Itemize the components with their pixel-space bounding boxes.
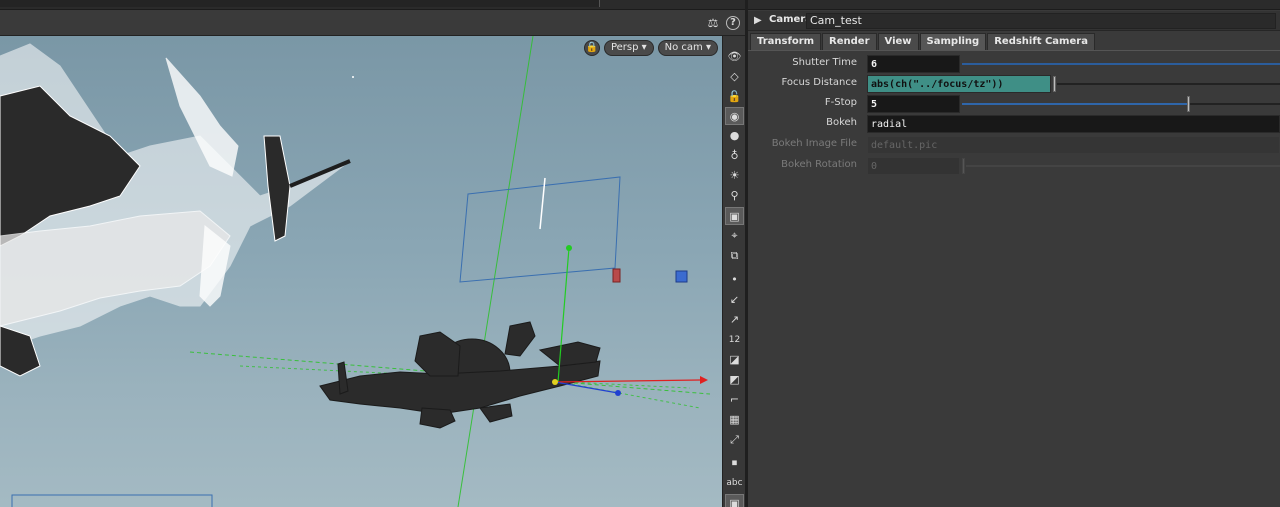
frustum-edge-bottom bbox=[11, 494, 213, 507]
prim-number-icon[interactable]: ◩ bbox=[725, 371, 744, 389]
3d-viewport[interactable]: 🔒 Persp ▾ No cam ▾ bbox=[0, 36, 722, 507]
primitive-normal-icon[interactable]: ◪ bbox=[725, 351, 744, 369]
world-y-axis-line bbox=[457, 36, 534, 507]
parameter-pane: ▶ Camera Cam_test Transform Render View … bbox=[748, 0, 1280, 507]
focus-distance-slider[interactable] bbox=[1057, 83, 1280, 85]
eye-icon[interactable]: 👁 bbox=[725, 48, 744, 66]
param-focus-distance: Focus Distance abs(ch("../focus/tz")) bbox=[748, 74, 1280, 94]
camera-menu[interactable]: No cam ▾ bbox=[657, 40, 718, 56]
large-ship-wireframe bbox=[0, 43, 351, 377]
viewport-toolbar: ⚖ ? bbox=[0, 10, 745, 36]
camera-handle-red bbox=[612, 268, 621, 283]
vector-icon[interactable]: ↗ bbox=[725, 311, 744, 329]
f-stop-field[interactable]: 5 bbox=[867, 95, 960, 113]
shading-icon[interactable]: ▣ bbox=[725, 207, 744, 225]
param-bokeh-rotation: Bokeh Rotation 0 bbox=[748, 156, 1280, 176]
display-options-icon[interactable]: ⚖ bbox=[704, 14, 722, 32]
normal-icon[interactable]: ↙ bbox=[725, 291, 744, 309]
param-bokeh: Bokeh radial bbox=[748, 114, 1280, 134]
uv-icon[interactable]: ▦ bbox=[725, 411, 744, 429]
bokeh-label: Bokeh bbox=[826, 117, 857, 128]
bokeh-rotation-slider[interactable] bbox=[966, 165, 1280, 167]
param-shutter-time: Shutter Time 6 bbox=[748, 54, 1280, 74]
bokeh-rotation-slider-handle[interactable] bbox=[962, 158, 965, 174]
text-label-label: abc bbox=[726, 478, 743, 488]
handle-z-tip bbox=[615, 390, 621, 396]
shutter-time-label: Shutter Time bbox=[792, 57, 857, 68]
bokeh-image-file-label: Bokeh Image File bbox=[771, 138, 857, 149]
lock-icon[interactable]: 🔓 bbox=[725, 88, 744, 106]
param-f-stop: F-Stop 5 bbox=[748, 94, 1280, 114]
bokeh-rotation-field[interactable]: 0 bbox=[867, 157, 960, 175]
camera-handle-blue bbox=[675, 270, 688, 283]
pane-top-strip-right bbox=[748, 0, 1280, 10]
camera-frustum bbox=[459, 176, 621, 283]
bokeh-menu[interactable]: radial bbox=[867, 115, 1280, 133]
bulb-off-icon[interactable]: ⚲ bbox=[725, 187, 744, 205]
parameter-tabs: Transform Render View Sampling Redshift … bbox=[750, 33, 1096, 50]
pane-top-strip bbox=[0, 0, 745, 10]
handle-origin bbox=[552, 379, 558, 385]
tab-render[interactable]: Render bbox=[822, 33, 877, 50]
handle-x-tip bbox=[700, 376, 708, 384]
bokeh-image-file-field[interactable]: default.pic bbox=[867, 136, 1280, 154]
f-stop-label: F-Stop bbox=[824, 97, 857, 108]
focus-point bbox=[352, 76, 354, 78]
pane-tab-strip[interactable] bbox=[0, 0, 600, 7]
focus-distance-slider-handle[interactable] bbox=[1053, 76, 1056, 92]
stop-icon[interactable]: ⏹ bbox=[725, 454, 744, 472]
viewport-controls: 🔒 Persp ▾ No cam ▾ bbox=[583, 40, 718, 56]
camera-view-icon[interactable]: ◉ bbox=[725, 107, 744, 125]
node-name-field[interactable]: Cam_test bbox=[806, 13, 1276, 29]
f-stop-slider-fill bbox=[962, 103, 1188, 105]
render-region-icon[interactable]: ▣ bbox=[725, 494, 744, 507]
shutter-time-slider[interactable] bbox=[962, 63, 1280, 65]
scene-geometry bbox=[0, 36, 711, 507]
tab-transform[interactable]: Transform bbox=[750, 33, 822, 50]
view-menu-label: Persp bbox=[610, 42, 639, 53]
ghost-icon[interactable]: ⌖ bbox=[725, 227, 744, 245]
focus-distance-label: Focus Distance bbox=[781, 77, 857, 88]
snap-icon[interactable]: ⤢ bbox=[725, 431, 744, 449]
f-stop-slider-handle[interactable] bbox=[1187, 96, 1190, 112]
point-icon[interactable]: • bbox=[725, 271, 744, 289]
camera-icon: ▶ bbox=[754, 15, 762, 26]
camera-menu-label: No cam bbox=[664, 42, 703, 53]
point-number-icon[interactable]: 12 bbox=[725, 331, 744, 349]
edge-icon[interactable]: ⌐ bbox=[725, 391, 744, 409]
viewport-side-toolbar: 👁 ◇ 🔓 ◉ ● ♁ ☀ ⚲ ▣ ⌖ ⧉ • ↙ ↗ 12 ◪ ◩ ⌐ ▦ ⤢… bbox=[722, 36, 745, 507]
tab-view[interactable]: View bbox=[877, 33, 919, 50]
bokeh-rotation-label: Bokeh Rotation bbox=[781, 159, 857, 170]
focus-distance-field[interactable]: abs(ch("../focus/tz")) bbox=[867, 75, 1051, 93]
help-icon[interactable]: ? bbox=[726, 16, 740, 30]
scene-view-pane: ⚖ ? 🔒 Persp ▾ No cam ▾ 👁 ◇ 🔓 ◉ ● ♁ ☀ ⚲ ▣… bbox=[0, 0, 745, 507]
tab-bar-separator bbox=[748, 50, 1280, 51]
param-bokeh-image-file: Bokeh Image File default.pic bbox=[748, 135, 1280, 155]
tab-redshift-camera[interactable]: Redshift Camera bbox=[987, 33, 1095, 50]
light-sphere-icon[interactable]: ● bbox=[725, 127, 744, 145]
world-guide-line-2 bbox=[559, 381, 701, 409]
lock-camera-icon[interactable]: 🔒 bbox=[583, 40, 600, 56]
select-mode-icon[interactable]: ◇ bbox=[725, 68, 744, 86]
handle-y-tip bbox=[566, 245, 572, 251]
point-number-label: 12 bbox=[728, 335, 741, 345]
tab-sampling[interactable]: Sampling bbox=[919, 33, 987, 50]
bulb-on-icon[interactable]: ☀ bbox=[725, 167, 744, 185]
light-bulb-icon[interactable]: ♁ bbox=[725, 147, 744, 165]
shutter-time-field[interactable]: 6 bbox=[867, 55, 960, 73]
view-menu[interactable]: Persp ▾ bbox=[603, 40, 654, 56]
node-header: ▶ Camera Cam_test bbox=[748, 11, 1280, 31]
text-label-icon[interactable]: abc bbox=[725, 474, 744, 492]
template-icon[interactable]: ⧉ bbox=[725, 247, 744, 265]
